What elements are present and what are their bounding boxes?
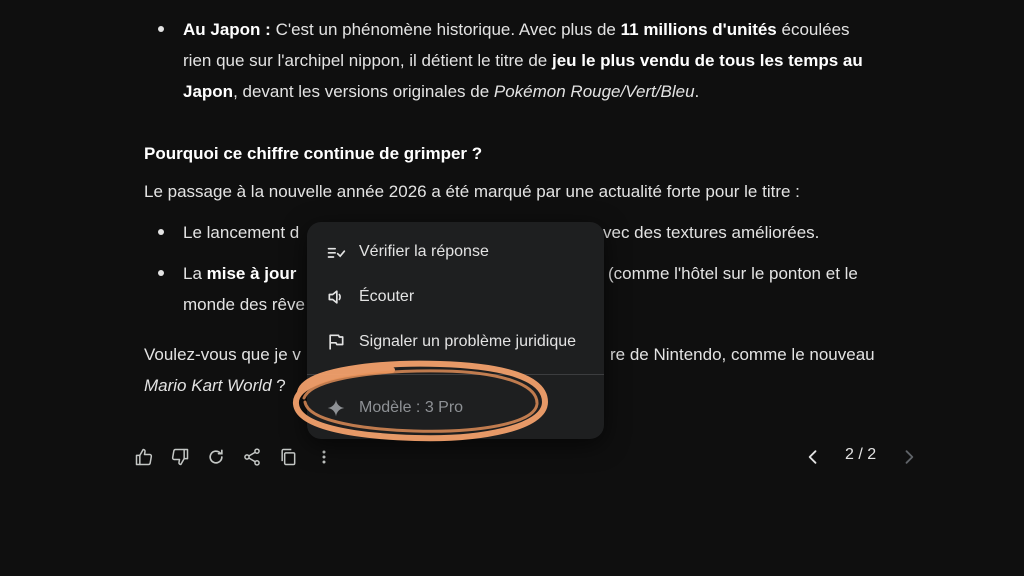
more-options-menu: Vérifier la réponse Écouter Signaler un … [307, 222, 604, 439]
flag-icon [325, 331, 347, 353]
previous-draft-button[interactable] [802, 446, 824, 468]
copy-icon[interactable] [277, 446, 299, 468]
section-heading: Pourquoi ce chiffre continue de grimper … [144, 144, 483, 163]
menu-item-verify[interactable]: Vérifier la réponse [307, 230, 604, 274]
followup-question-end: re de Nintendo, comme le nouveau [610, 345, 875, 364]
bullet-dot [158, 26, 164, 32]
intro-paragraph: Le passage à la nouvelle année 2026 a ét… [144, 182, 800, 201]
menu-item-model: Modèle : 3 Pro [307, 386, 604, 430]
menu-item-report-legal[interactable]: Signaler un problème juridique [307, 320, 604, 364]
bullet-update-line2: monde des rêve [183, 295, 305, 314]
bullet-japan-label: Au Japon : [183, 20, 271, 39]
menu-item-listen[interactable]: Écouter [307, 275, 604, 319]
bullet-japan-line2: rien que sur l'archipel nippon, il détie… [183, 51, 863, 70]
bullet-update-start: La mise à jour [183, 264, 297, 283]
draft-counter: 2 / 2 [845, 446, 877, 463]
chevron-right-icon [905, 450, 914, 464]
bullet-dot [158, 229, 164, 235]
more-vert-icon[interactable] [313, 446, 335, 468]
bullet-japan-line3: Japon, devant les versions originales de… [183, 82, 700, 101]
thumb-up-icon[interactable] [133, 446, 155, 468]
bullet-japan-line1: Au Japon : C'est un phénomène historique… [183, 20, 850, 39]
share-icon[interactable] [241, 446, 263, 468]
bullet-update-end: (comme l'hôtel sur le ponton et le [608, 264, 858, 283]
model-label: Modèle : 3 Pro [359, 399, 464, 416]
menu-divider [307, 374, 604, 375]
double-check-icon [325, 241, 347, 263]
menu-item-label: Écouter [359, 288, 415, 305]
thumb-down-icon[interactable] [169, 446, 191, 468]
menu-item-label: Signaler un problème juridique [359, 333, 577, 350]
bullet-launch-end: vec des textures améliorées. [603, 223, 820, 242]
followup-question-start: Voulez-vous que je v [144, 345, 301, 364]
next-draft-button[interactable] [898, 446, 920, 468]
chevron-left-icon [808, 450, 817, 464]
sparkle-icon [325, 397, 347, 419]
bullet-launch-start: Le lancement d [183, 223, 300, 242]
followup-question-line2: Mario Kart World ? [144, 376, 286, 395]
speaker-icon [325, 286, 347, 308]
bullet-dot [158, 270, 164, 276]
menu-item-label: Vérifier la réponse [359, 243, 489, 260]
regenerate-icon[interactable] [205, 446, 227, 468]
